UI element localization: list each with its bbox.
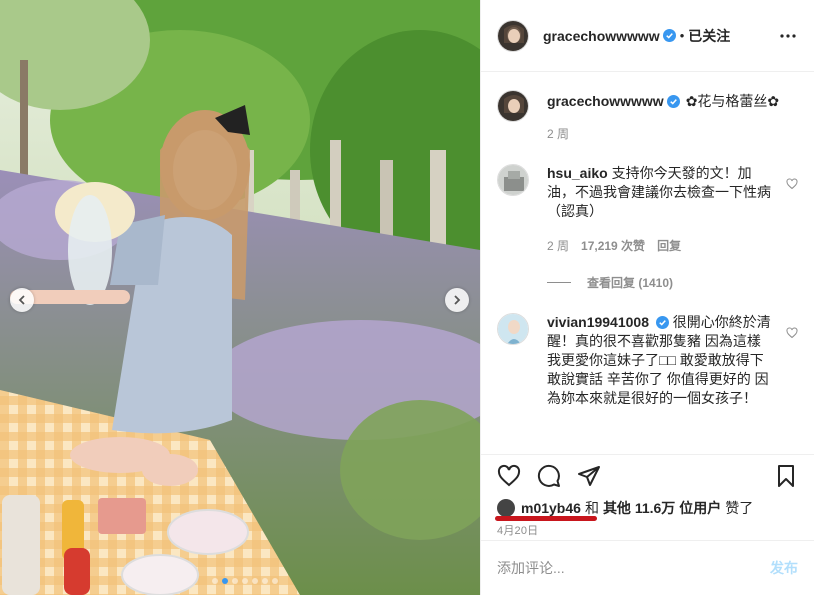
- like-heart-icon[interactable]: [497, 464, 521, 488]
- add-comment-form: 发布: [481, 540, 814, 595]
- replies-divider: [547, 282, 571, 283]
- verified-badge-icon: [666, 95, 680, 108]
- carousel-dot: [242, 578, 248, 584]
- avatar-image: [498, 314, 528, 344]
- view-replies-button[interactable]: 查看回复 (1410): [547, 274, 798, 291]
- verified-badge-icon: [662, 29, 676, 42]
- chevron-left-icon: [18, 295, 25, 305]
- caption-text: ✿花与格蕾丝✿: [685, 93, 780, 109]
- caption-author-avatar[interactable]: [497, 90, 529, 122]
- carousel-dot: [222, 578, 228, 584]
- post-header: gracechowwwww • 已关注: [481, 0, 814, 72]
- comments-section: gracechowwwww ✿花与格蕾丝✿ 2 周 hsu_aiko 支持你今天…: [481, 72, 814, 454]
- post-date[interactable]: 4月20日: [481, 520, 814, 540]
- comment-bubble-icon[interactable]: [537, 464, 561, 488]
- photo-scene: [0, 0, 480, 595]
- avatar-image: [498, 91, 528, 121]
- carousel-indicator: [212, 578, 278, 584]
- like-comment-heart-icon[interactable]: [786, 178, 798, 190]
- more-horizontal-icon: [780, 33, 796, 38]
- avatar-image: [498, 20, 528, 51]
- instagram-post: gracechowwwww • 已关注 gracechowwwww ✿花与格蕾丝…: [0, 0, 814, 595]
- comment: vivian19941008 很開心你終於清醒！真的很不喜歡那隻豬 因為這樣我更…: [497, 313, 798, 408]
- commenter-username[interactable]: hsu_aiko: [547, 165, 608, 181]
- post-comment-button[interactable]: 发布: [770, 558, 798, 578]
- share-send-icon[interactable]: [577, 464, 601, 488]
- carousel-dot: [272, 578, 278, 584]
- likes-summary[interactable]: m01yb46 和 其他 11.6万 位用户 赞了: [481, 496, 814, 521]
- likes-connector: 和: [584, 500, 599, 516]
- carousel-dot: [212, 578, 218, 584]
- carousel-dot: [252, 578, 258, 584]
- caption-username[interactable]: gracechowwwww: [547, 92, 664, 111]
- commenter-avatar[interactable]: [497, 313, 529, 345]
- avatar-image: [498, 165, 528, 195]
- verified-badge-icon: [655, 316, 669, 329]
- carousel-dot: [262, 578, 268, 584]
- post-photo[interactable]: [0, 0, 480, 595]
- view-replies-label: 查看回复 (1410): [587, 276, 674, 290]
- following-button[interactable]: 已关注: [688, 26, 730, 46]
- post-side-panel: gracechowwwww • 已关注 gracechowwwww ✿花与格蕾丝…: [480, 0, 814, 595]
- likes-others-count[interactable]: 其他 11.6万 位用户: [603, 498, 721, 518]
- reply-button[interactable]: 回复: [657, 237, 681, 256]
- save-bookmark-icon[interactable]: [774, 464, 798, 488]
- more-options-button[interactable]: [778, 26, 798, 46]
- caption: gracechowwwww ✿花与格蕾丝✿ 2 周: [497, 90, 798, 144]
- like-comment-heart-icon[interactable]: [786, 327, 798, 339]
- liker-username[interactable]: m01yb46: [521, 500, 581, 516]
- commenter-username[interactable]: vivian19941008: [547, 314, 649, 330]
- author-username[interactable]: gracechowwwww: [543, 28, 660, 44]
- previous-photo-button[interactable]: [10, 288, 34, 312]
- next-photo-button[interactable]: [445, 288, 469, 312]
- chevron-right-icon: [454, 295, 461, 305]
- likes-suffix: 赞了: [725, 500, 754, 516]
- action-bar: [481, 454, 814, 496]
- comment-likes-count[interactable]: 17,219 次赞: [581, 237, 645, 256]
- liker-avatar[interactable]: [497, 499, 515, 517]
- comment-input[interactable]: [497, 560, 770, 576]
- red-underline-annotation: [495, 516, 597, 521]
- comment-time[interactable]: 2 周: [547, 237, 569, 256]
- commenter-avatar[interactable]: [497, 164, 529, 196]
- comment: hsu_aiko 支持你今天發的文！加油，不過我會建議你去檢查一下性病（認真） …: [497, 164, 798, 256]
- author-avatar[interactable]: [497, 19, 529, 52]
- caption-time[interactable]: 2 周: [547, 125, 569, 144]
- header-separator: •: [679, 28, 685, 43]
- carousel-dot: [232, 578, 238, 584]
